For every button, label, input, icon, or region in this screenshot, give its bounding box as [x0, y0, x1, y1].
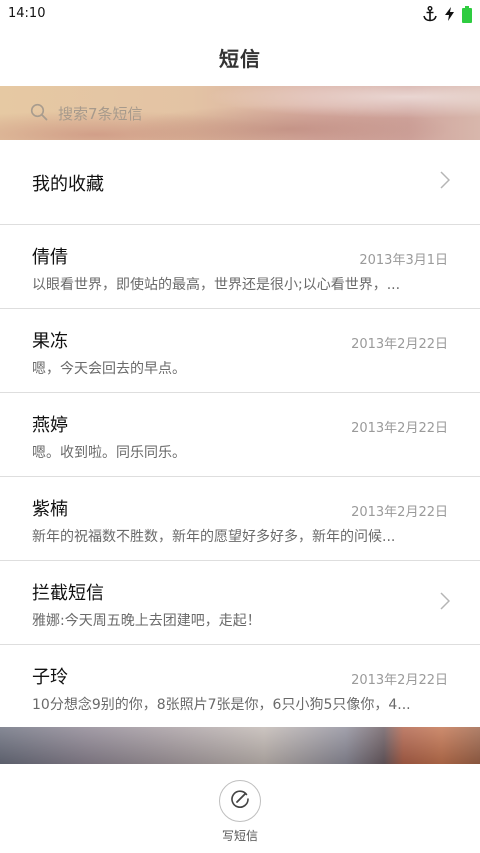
message-preview: 以眼看世界，即使站的最高，世界还是很小;以心看世界，...	[32, 277, 401, 293]
conversation-list: 我的收藏 倩倩 2013年3月1日 以眼看世界，即使站的最高，世界还是很小;以心…	[0, 140, 480, 728]
message-date: 2013年3月1日	[359, 253, 448, 268]
anchor-icon	[423, 6, 437, 22]
contact-name: 果冻	[32, 331, 68, 352]
conversation-row[interactable]: 子玲 2013年2月22日 10分想念9别的你，8张照片7张是你，6只小狗5只像…	[0, 645, 480, 728]
bottom-toolbar: 写短信	[0, 764, 480, 853]
battery-icon	[462, 5, 472, 23]
contact-name: 燕婷	[32, 415, 68, 436]
status-bar: 14:10	[0, 0, 480, 28]
favorites-label: 我的收藏	[32, 174, 104, 195]
message-date: 2013年2月22日	[351, 505, 448, 520]
chevron-right-icon	[440, 171, 451, 193]
compose-button[interactable]	[219, 780, 261, 822]
conversation-row[interactable]: 紫楠 2013年2月22日 新年的祝福数不胜数，新年的愿望好多好多，新年的问候.…	[0, 477, 480, 561]
favorites-row[interactable]: 我的收藏	[0, 140, 480, 225]
conversation-row[interactable]: 果冻 2013年2月22日 嗯，今天会回去的早点。	[0, 309, 480, 393]
message-preview: 嗯，今天会回去的早点。	[32, 361, 186, 377]
scenery-overlay	[0, 727, 480, 764]
message-date: 2013年2月22日	[351, 673, 448, 688]
compose-label[interactable]: 写短信	[0, 827, 480, 844]
contact-name: 紫楠	[32, 499, 68, 520]
conversation-row[interactable]: 倩倩 2013年3月1日 以眼看世界，即使站的最高，世界还是很小;以心看世界，.…	[0, 225, 480, 309]
charging-bolt-icon	[445, 7, 454, 21]
message-date: 2013年2月22日	[351, 421, 448, 436]
search-input[interactable]: 搜索7条短信	[58, 103, 143, 124]
search-bar[interactable]: 搜索7条短信	[0, 86, 480, 140]
contact-name: 倩倩	[32, 247, 68, 268]
message-preview: 嗯。收到啦。同乐同乐。	[32, 445, 186, 461]
background-scenery	[0, 727, 480, 764]
message-preview: 10分想念9别的你，8张照片7张是你，6只小狗5只像你，4...	[32, 697, 411, 713]
compose-icon	[229, 788, 251, 814]
status-time: 14:10	[8, 6, 46, 21]
message-date: 2013年2月22日	[351, 337, 448, 352]
page-title: 短信	[219, 46, 261, 71]
blocked-messages-row[interactable]: 拦截短信 雅娜:今天周五晚上去团建吧，走起！	[0, 561, 480, 645]
contact-name: 拦截短信	[32, 583, 104, 604]
message-preview: 雅娜:今天周五晚上去团建吧，走起！	[32, 613, 261, 629]
search-icon	[30, 103, 48, 125]
title-bar: 短信	[0, 28, 480, 86]
message-preview: 新年的祝福数不胜数，新年的愿望好多好多，新年的问候...	[32, 529, 396, 545]
conversation-row[interactable]: 燕婷 2013年2月22日 嗯。收到啦。同乐同乐。	[0, 393, 480, 477]
status-icons	[423, 4, 472, 24]
contact-name: 子玲	[32, 667, 68, 688]
